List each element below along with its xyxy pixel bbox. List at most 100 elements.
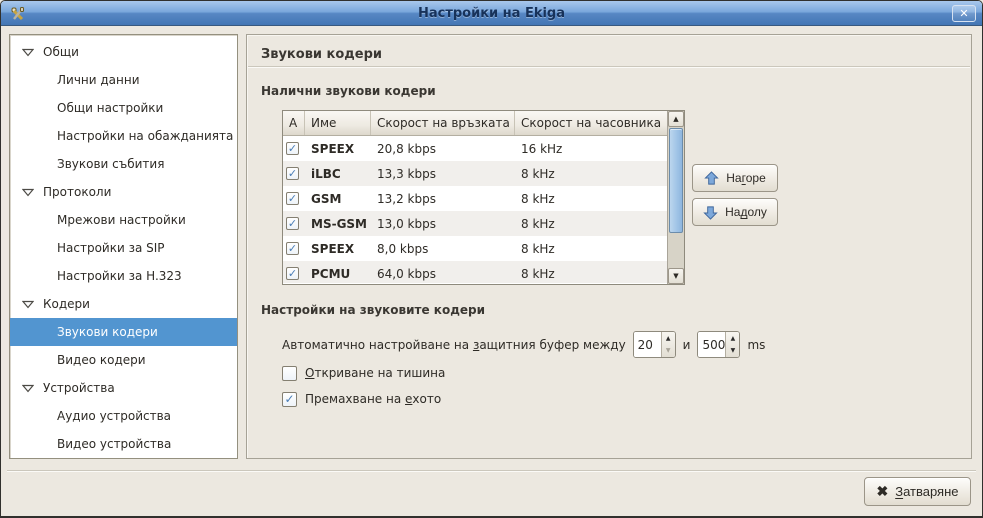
spin-down-icon: ▼ [726,345,739,358]
expander-down-icon[interactable] [22,48,34,57]
column-header-clock[interactable]: Скорост на часовника [515,111,667,135]
sidebar-item[interactable]: Лични данни [10,66,237,94]
sidebar-item[interactable]: Видео кодери [10,346,237,374]
column-header-name[interactable]: Име [305,111,371,135]
close-x-icon: ✖ [876,483,888,500]
sidebar-item[interactable]: Устройства [10,374,237,402]
silence-detection-row[interactable]: ✓ Откриване на тишина [282,364,445,382]
sidebar-item-label: Общи настройки [57,101,163,115]
arrow-down-icon [703,205,718,220]
codecs-section-title: Налични звукови кодери [261,84,436,98]
sidebar-item-label: Настройки за H.323 [57,269,182,283]
jitter-max-spin-arrows[interactable]: ▲▼ [725,332,739,357]
sidebar-item-label: Настройки на обажданията [57,129,233,143]
close-button-label: Затваряне [895,484,958,499]
page-title: Звукови кодери [261,47,382,62]
settings-section-title: Настройки на звуковите кодери [261,303,485,317]
silence-detection-checkbox[interactable]: ✓ [282,366,297,381]
expander-down-icon[interactable] [22,384,34,393]
sidebar-item[interactable]: Аудио устройства [10,402,237,430]
sidebar-item-label: Настройки за SIP [57,241,165,255]
codec-row[interactable]: ✓iLBC13,3 kbps8 kHz [283,161,667,186]
jitter-buffer-label: Автоматично настройване на защитния буфе… [282,338,626,352]
sidebar-item[interactable]: Звукови кодери [10,318,237,346]
codec-bandwidth: 13,3 kbps [371,167,515,181]
codec-name: GSM [305,192,371,206]
codec-clock: 16 kHz [515,142,667,156]
codec-clock: 8 kHz [515,267,667,281]
sidebar-item-label: Звукови събития [57,157,164,171]
silence-detection-label: Откриване на тишина [305,366,445,380]
sidebar-item-label: Протоколи [43,185,111,199]
codec-active-checkbox[interactable]: ✓ [286,192,299,205]
jitter-min-spinner: ▲▼ [633,331,676,358]
titlebar[interactable]: Настройки на Ekiga ✕ [1,1,982,26]
sidebar-item[interactable]: Кодери [10,290,237,318]
jitter-min-spin-arrows[interactable]: ▲▼ [661,332,675,357]
window-title: Настройки на Ekiga [1,6,982,21]
column-header-bandwidth[interactable]: Скорост на връзката [371,111,515,135]
codec-bandwidth: 8,0 kbps [371,242,515,256]
move-up-button[interactable]: Нагоре [692,164,778,192]
codec-row[interactable]: ✓SPEEX20,8 kbps16 kHz [283,136,667,161]
codec-table-header: A Име Скорост на връзката Скорост на час… [283,111,667,136]
codec-row[interactable]: ✓ GSM13,2 kbps8 kHz [283,186,667,211]
codec-active-checkbox[interactable]: ✓ [286,267,299,280]
sidebar-item-label: Видео кодери [57,353,146,367]
codec-active-checkbox[interactable]: ✓ [286,217,299,230]
close-button[interactable]: ✖ Затваряне [864,477,971,506]
echo-cancellation-label: Премахване на ехото [305,392,441,406]
move-down-label: Надолу [725,205,767,219]
sidebar-item[interactable]: Мрежови настройки [10,206,237,234]
sidebar-item-label: Лични данни [57,73,140,87]
jitter-separator-label: и [683,338,691,352]
column-header-active[interactable]: A [283,111,305,135]
sidebar-item[interactable]: Настройки за SIP [10,234,237,262]
codec-row[interactable]: ✓SPEEX8,0 kbps8 kHz [283,236,667,261]
preferences-window: Настройки на Ekiga ✕ Общи Лични данни Общи… [0,0,983,518]
sidebar-item-label: Мрежови настройки [57,213,186,227]
expander-down-icon[interactable] [22,300,34,309]
vertical-scrollbar[interactable]: ▲ ▼ [667,111,684,284]
scroll-up-icon[interactable]: ▲ [668,111,684,127]
codec-name: MS-GSM [305,217,371,231]
sidebar-item[interactable]: Видео устройства [10,430,237,458]
sidebar-item[interactable]: Общи настройки [10,94,237,122]
expander-down-icon[interactable] [22,188,34,197]
jitter-max-input[interactable] [698,332,725,357]
codec-active-checkbox[interactable]: ✓ [286,242,299,255]
sidebar-item-label: Аудио устройства [57,409,171,423]
sidebar-item[interactable]: Общи [10,38,237,66]
page-title-separator [248,66,970,68]
codec-row[interactable]: ✓PCMU64,0 kbps8 kHz [283,261,667,283]
codec-bandwidth: 13,0 kbps [371,217,515,231]
codec-bandwidth: 13,2 kbps [371,192,515,206]
sidebar-item[interactable]: Настройки на обажданията [10,122,237,150]
codec-clock: 8 kHz [515,217,667,231]
sidebar-item-label: Кодери [43,297,90,311]
sidebar-item[interactable]: Настройки за H.323 [10,262,237,290]
window-close-button[interactable]: ✕ [952,5,976,22]
scrollbar-thumb[interactable] [669,128,683,233]
codec-active-checkbox[interactable]: ✓ [286,167,299,180]
spin-up-icon: ▲ [726,332,739,345]
bottom-separator [7,470,976,472]
move-down-button[interactable]: Надолу [692,198,778,226]
sidebar-item[interactable]: Протоколи [10,178,237,206]
scroll-down-icon[interactable]: ▼ [668,268,684,284]
sidebar-item[interactable]: Звукови събития [10,150,237,178]
codec-name: iLBC [305,167,371,181]
main-panel: Звукови кодери Налични звукови кодери A … [246,34,972,459]
sidebar-item-label: Устройства [43,381,115,395]
echo-cancellation-row[interactable]: ✓ Премахване на ехото [282,390,441,408]
codec-active-checkbox[interactable]: ✓ [286,142,299,155]
codec-clock: 8 kHz [515,192,667,206]
sidebar-item-label: Видео устройства [57,437,171,451]
codec-table-body: ✓SPEEX20,8 kbps16 kHz✓iLBC13,3 kbps8 kHz… [283,136,667,283]
echo-cancellation-checkbox[interactable]: ✓ [282,392,297,407]
codec-bandwidth: 20,8 kbps [371,142,515,156]
codec-row[interactable]: ✓ MS-GSM13,0 kbps8 kHz [283,211,667,236]
codec-name: SPEEX [305,242,371,256]
sidebar-item-label: Звукови кодери [57,325,158,339]
jitter-min-input[interactable] [634,332,661,357]
